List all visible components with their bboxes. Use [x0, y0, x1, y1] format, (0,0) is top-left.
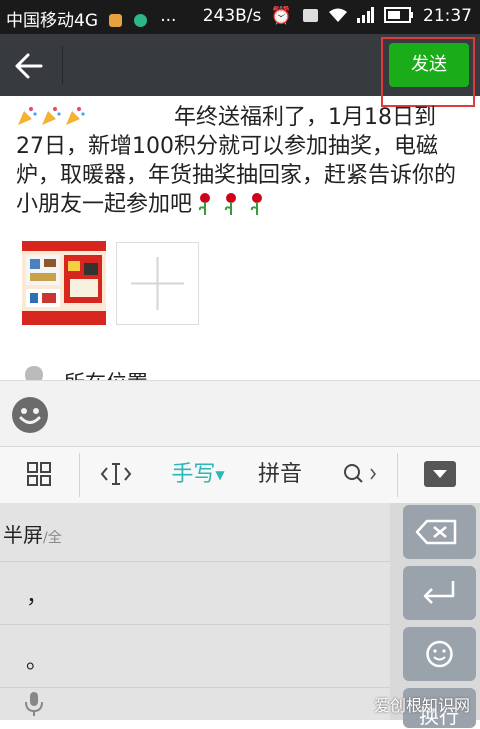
- poster-image: [22, 241, 106, 325]
- rose-icon: [198, 193, 211, 215]
- watermark: 爱创根知识网: [373, 696, 470, 715]
- post-line: 年终送福利了，1月18日到: [174, 105, 436, 130]
- keyboard-panel: 半屏/全 ， 。 换行: [0, 503, 480, 728]
- wifi-icon: [328, 8, 347, 22]
- network-speed: 243B/s: [202, 6, 262, 26]
- backspace-icon: [415, 519, 457, 545]
- fullwidth-label: /全: [43, 530, 62, 546]
- comma-key[interactable]: ，: [0, 562, 390, 625]
- back-arrow-icon[interactable]: [14, 52, 44, 80]
- hide-keyboard-button[interactable]: [408, 447, 472, 503]
- collapse-keyboard-icon: [424, 461, 456, 487]
- post-text-field[interactable]: 年终送福利了，1月18日到 27日，新增100积分就可以参加抽奖，电磁 炉，取暖…: [16, 103, 466, 219]
- period-label: 。: [26, 649, 49, 674]
- plus-icon: [131, 257, 184, 310]
- cursor-arrows-icon: [100, 463, 132, 485]
- dropdown-caret-icon: ▼: [215, 468, 225, 482]
- status-left: 中国移动4G ···: [6, 6, 176, 31]
- party-popper-icon: [66, 107, 85, 125]
- function-keys: 换行: [403, 503, 476, 728]
- shield-icon: [133, 14, 147, 27]
- period-key[interactable]: 。: [0, 625, 390, 688]
- battery-icon: [383, 7, 413, 23]
- enter-arrow-icon: [423, 581, 455, 604]
- alarm-icon: ⏰: [270, 6, 292, 26]
- ime-separator: [79, 453, 80, 497]
- hd-icon: [303, 9, 319, 22]
- carrier-label: 中国移动4G: [6, 11, 98, 31]
- halfwidth-label: 半屏: [3, 523, 43, 547]
- notification-app-icon: [109, 14, 123, 27]
- more-notifications-icon: ···: [160, 11, 177, 31]
- attached-photo-thumbnail[interactable]: [22, 241, 106, 325]
- smiley-icon: [426, 640, 453, 668]
- status-bar: 中国移动4G ··· 243B/s ⏰ 21:37: [0, 0, 480, 34]
- post-line: 小朋友一起参加吧: [16, 192, 193, 217]
- send-highlight-box: [381, 37, 475, 107]
- ime-menu-grid-button[interactable]: [0, 447, 78, 503]
- symbol-column: 半屏/全 ， 。: [0, 503, 390, 720]
- title-divider: [62, 46, 63, 84]
- emoji-key[interactable]: [403, 627, 476, 681]
- search-button[interactable]: [330, 447, 390, 503]
- ime-separator: [397, 453, 398, 497]
- enter-key[interactable]: [403, 566, 476, 620]
- location-pin-icon: [25, 366, 43, 380]
- rose-icon: [250, 193, 263, 215]
- location-label: 所在位置: [64, 367, 148, 380]
- backspace-key[interactable]: [403, 505, 476, 559]
- emoji-bar: [0, 380, 480, 447]
- signal-icon: [357, 7, 375, 23]
- microphone-icon[interactable]: [24, 691, 44, 717]
- cursor-move-button[interactable]: [82, 447, 150, 503]
- post-line: 炉，取暖器，年货抽奖抽回家，赶紧告诉你的: [16, 163, 457, 188]
- pinyin-tab[interactable]: 拼音: [244, 447, 316, 503]
- emoji-smiley-icon[interactable]: [11, 396, 49, 434]
- halfwidth-toggle-key[interactable]: 半屏/全: [0, 503, 390, 562]
- comma-label: ，: [26, 584, 49, 609]
- add-photo-button[interactable]: [116, 242, 199, 325]
- ime-toolbar: 手写▼ 拼音: [0, 446, 480, 504]
- halfwidth-label-group: 半屏/全: [3, 519, 62, 548]
- search-icon: [344, 464, 377, 483]
- rose-icon: [224, 193, 237, 215]
- handwriting-label: 手写: [171, 462, 216, 487]
- handwriting-tab[interactable]: 手写▼: [152, 447, 244, 503]
- party-popper-icon: [18, 107, 37, 125]
- status-right: 243B/s ⏰ 21:37: [203, 6, 472, 26]
- clock: 21:37: [423, 6, 472, 26]
- grid-icon: [27, 462, 51, 486]
- party-popper-icon: [42, 107, 61, 125]
- post-line: 27日，新增100积分就可以参加抽奖，电磁: [16, 134, 438, 159]
- location-row[interactable]: 所在位置: [0, 360, 480, 380]
